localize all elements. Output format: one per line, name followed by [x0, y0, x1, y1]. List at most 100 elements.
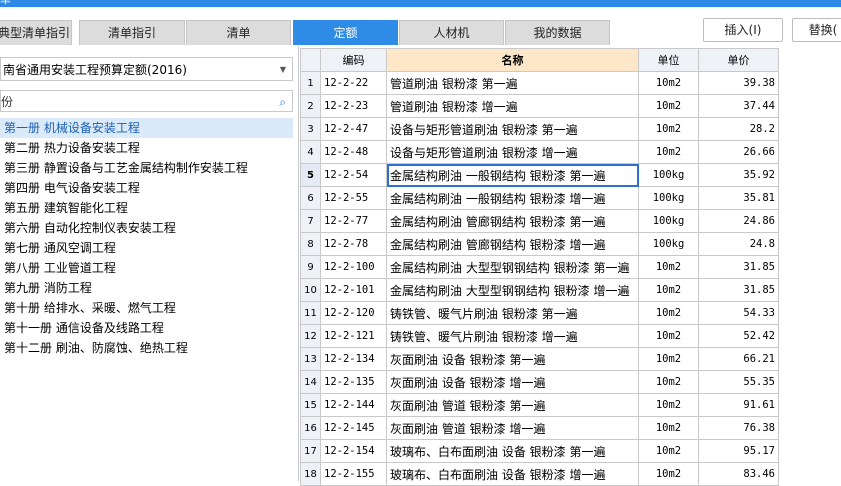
tree-item-volume-6[interactable]: 第六册 自动化控制仪表安装工程: [0, 218, 293, 238]
quota-library-select[interactable]: 南省通用安装工程预算定额(2016) ▼: [0, 57, 293, 81]
cell-price[interactable]: 76.38: [698, 416, 779, 440]
cell-price[interactable]: 24.8: [698, 232, 779, 256]
table-row[interactable]: 12 12-2-121 铸铁管、暖气片刷油 银粉漆 增一遍 10m2 52.42: [300, 324, 779, 348]
cell-unit[interactable]: 10m2: [638, 278, 699, 302]
cell-unit[interactable]: 10m2: [638, 324, 699, 348]
column-header-name[interactable]: 名称: [386, 48, 639, 72]
tree-item-volume-5[interactable]: 第五册 建筑智能化工程: [0, 198, 293, 218]
cell-code[interactable]: 12-2-120: [320, 301, 387, 325]
cell-price[interactable]: 37.44: [698, 94, 779, 118]
tab-my-data[interactable]: 我的数据: [505, 20, 610, 45]
table-row[interactable]: 8 12-2-78 金属结构刷油 管廊钢结构 银粉漆 增一遍 100kg 24.8: [300, 232, 779, 256]
table-row[interactable]: 1 12-2-22 管道刷油 银粉漆 第一遍 10m2 39.38: [300, 71, 779, 95]
cell-price[interactable]: 31.85: [698, 255, 779, 279]
insert-button[interactable]: 插入(I): [703, 18, 783, 42]
cell-name[interactable]: 灰面刷油 设备 银粉漆 增一遍: [386, 370, 639, 394]
tree-item-volume-11[interactable]: 第十一册 通信设备及线路工程: [0, 318, 293, 338]
tree-item-volume-9[interactable]: 第九册 消防工程: [0, 278, 293, 298]
cell-unit[interactable]: 100kg: [638, 232, 699, 256]
column-header-price[interactable]: 单价: [698, 48, 779, 72]
cell-name[interactable]: 设备与矩形管道刷油 银粉漆 增一遍: [386, 140, 639, 164]
cell-price[interactable]: 31.85: [698, 278, 779, 302]
chevron-down-icon[interactable]: ▼: [280, 58, 286, 80]
cell-price[interactable]: 39.38: [698, 71, 779, 95]
cell-unit[interactable]: 10m2: [638, 140, 699, 164]
cell-unit[interactable]: 10m2: [638, 94, 699, 118]
cell-name[interactable]: 铸铁管、暖气片刷油 银粉漆 第一遍: [386, 301, 639, 325]
cell-name[interactable]: 玻璃布、白布面刷油 设备 银粉漆 增一遍: [386, 462, 639, 486]
cell-code[interactable]: 12-2-48: [320, 140, 387, 164]
cell-code[interactable]: 12-2-101: [320, 278, 387, 302]
tree-item-volume-7[interactable]: 第七册 通风空调工程: [0, 238, 293, 258]
table-row[interactable]: 18 12-2-155 玻璃布、白布面刷油 设备 银粉漆 增一遍 10m2 83.46: [300, 462, 779, 486]
panel-divider[interactable]: [298, 46, 299, 481]
cell-name[interactable]: 铸铁管、暖气片刷油 银粉漆 增一遍: [386, 324, 639, 348]
cell-price[interactable]: 95.17: [698, 439, 779, 463]
cell-code[interactable]: 12-2-54: [320, 163, 387, 187]
cell-name[interactable]: 管道刷油 银粉漆 增一遍: [386, 94, 639, 118]
tab-list-guide[interactable]: 清单指引: [79, 20, 185, 45]
tree-item-volume-8[interactable]: 第八册 工业管道工程: [0, 258, 293, 278]
cell-unit[interactable]: 10m2: [638, 370, 699, 394]
table-row[interactable]: 16 12-2-145 灰面刷油 管道 银粉漆 增一遍 10m2 76.38: [300, 416, 779, 440]
table-row[interactable]: 5 12-2-54 金属结构刷油 一般钢结构 银粉漆 第一遍 100kg 35.92: [300, 163, 779, 187]
tree-item-volume-1[interactable]: 第一册 机械设备安装工程: [0, 118, 293, 138]
cell-unit[interactable]: 100kg: [638, 163, 699, 187]
cell-code[interactable]: 12-2-121: [320, 324, 387, 348]
cell-code[interactable]: 12-2-135: [320, 370, 387, 394]
cell-unit[interactable]: 100kg: [638, 186, 699, 210]
table-row[interactable]: 17 12-2-154 玻璃布、白布面刷油 设备 银粉漆 第一遍 10m2 95.17: [300, 439, 779, 463]
column-header-code[interactable]: 编码: [320, 48, 387, 72]
cell-price[interactable]: 26.66: [698, 140, 779, 164]
tree-item-volume-3[interactable]: 第三册 静置设备与工艺金属结构制作安装工程: [0, 158, 293, 178]
tab-typical-list-guide[interactable]: 典型清单指引: [0, 20, 72, 45]
cell-code[interactable]: 12-2-22: [320, 71, 387, 95]
cell-price[interactable]: 52.42: [698, 324, 779, 348]
tab-labor-material-machine[interactable]: 人材机: [399, 20, 504, 45]
cell-name[interactable]: 灰面刷油 管道 银粉漆 第一遍: [386, 393, 639, 417]
table-row[interactable]: 3 12-2-47 设备与矩形管道刷油 银粉漆 第一遍 10m2 28.2: [300, 117, 779, 141]
table-row[interactable]: 2 12-2-23 管道刷油 银粉漆 增一遍 10m2 37.44: [300, 94, 779, 118]
cell-name[interactable]: 金属结构刷油 大型型钢钢结构 银粉漆 增一遍: [386, 278, 639, 302]
cell-name[interactable]: 设备与矩形管道刷油 银粉漆 第一遍: [386, 117, 639, 141]
cell-code[interactable]: 12-2-100: [320, 255, 387, 279]
cell-unit[interactable]: 10m2: [638, 462, 699, 486]
cell-price[interactable]: 66.21: [698, 347, 779, 371]
cell-code[interactable]: 12-2-155: [320, 462, 387, 486]
cell-price[interactable]: 54.33: [698, 301, 779, 325]
cell-name[interactable]: 玻璃布、白布面刷油 设备 银粉漆 第一遍: [386, 439, 639, 463]
cell-code[interactable]: 12-2-134: [320, 347, 387, 371]
table-row[interactable]: 7 12-2-77 金属结构刷油 管廊钢结构 银粉漆 第一遍 100kg 24.86: [300, 209, 779, 233]
cell-price[interactable]: 24.86: [698, 209, 779, 233]
tab-list[interactable]: 清单: [186, 20, 291, 45]
cell-unit[interactable]: 10m2: [638, 255, 699, 279]
cell-code[interactable]: 12-2-55: [320, 186, 387, 210]
cell-unit[interactable]: 10m2: [638, 71, 699, 95]
cell-unit[interactable]: 100kg: [638, 209, 699, 233]
table-row[interactable]: 10 12-2-101 金属结构刷油 大型型钢钢结构 银粉漆 增一遍 10m2 31.8…: [300, 278, 779, 302]
cell-price[interactable]: 83.46: [698, 462, 779, 486]
tree-item-volume-2[interactable]: 第二册 热力设备安装工程: [0, 138, 293, 158]
table-row[interactable]: 9 12-2-100 金属结构刷油 大型型钢钢结构 银粉漆 第一遍 10m2 31.85: [300, 255, 779, 279]
tab-quota[interactable]: 定额: [293, 20, 398, 45]
cell-name[interactable]: 灰面刷油 设备 银粉漆 第一遍: [386, 347, 639, 371]
cell-code[interactable]: 12-2-154: [320, 439, 387, 463]
tree-item-volume-10[interactable]: 第十册 给排水、采暖、燃气工程: [0, 298, 293, 318]
tree-item-volume-12[interactable]: 第十二册 刷油、防腐蚀、绝热工程: [0, 338, 293, 358]
cell-name[interactable]: 管道刷油 银粉漆 第一遍: [386, 71, 639, 95]
cell-code[interactable]: 12-2-78: [320, 232, 387, 256]
cell-price[interactable]: 35.81: [698, 186, 779, 210]
search-input[interactable]: 份 ⌕: [0, 90, 293, 112]
cell-price[interactable]: 28.2: [698, 117, 779, 141]
cell-price[interactable]: 55.35: [698, 370, 779, 394]
table-row[interactable]: 6 12-2-55 金属结构刷油 一般钢结构 银粉漆 增一遍 100kg 35.81: [300, 186, 779, 210]
cell-code[interactable]: 12-2-47: [320, 117, 387, 141]
cell-code[interactable]: 12-2-23: [320, 94, 387, 118]
cell-price[interactable]: 91.61: [698, 393, 779, 417]
cell-name[interactable]: 金属结构刷油 一般钢结构 银粉漆 第一遍: [386, 163, 639, 187]
cell-name[interactable]: 金属结构刷油 一般钢结构 银粉漆 增一遍: [386, 186, 639, 210]
column-header-unit[interactable]: 单位: [638, 48, 699, 72]
tree-item-volume-4[interactable]: 第四册 电气设备安装工程: [0, 178, 293, 198]
cell-unit[interactable]: 10m2: [638, 416, 699, 440]
cell-unit[interactable]: 10m2: [638, 439, 699, 463]
